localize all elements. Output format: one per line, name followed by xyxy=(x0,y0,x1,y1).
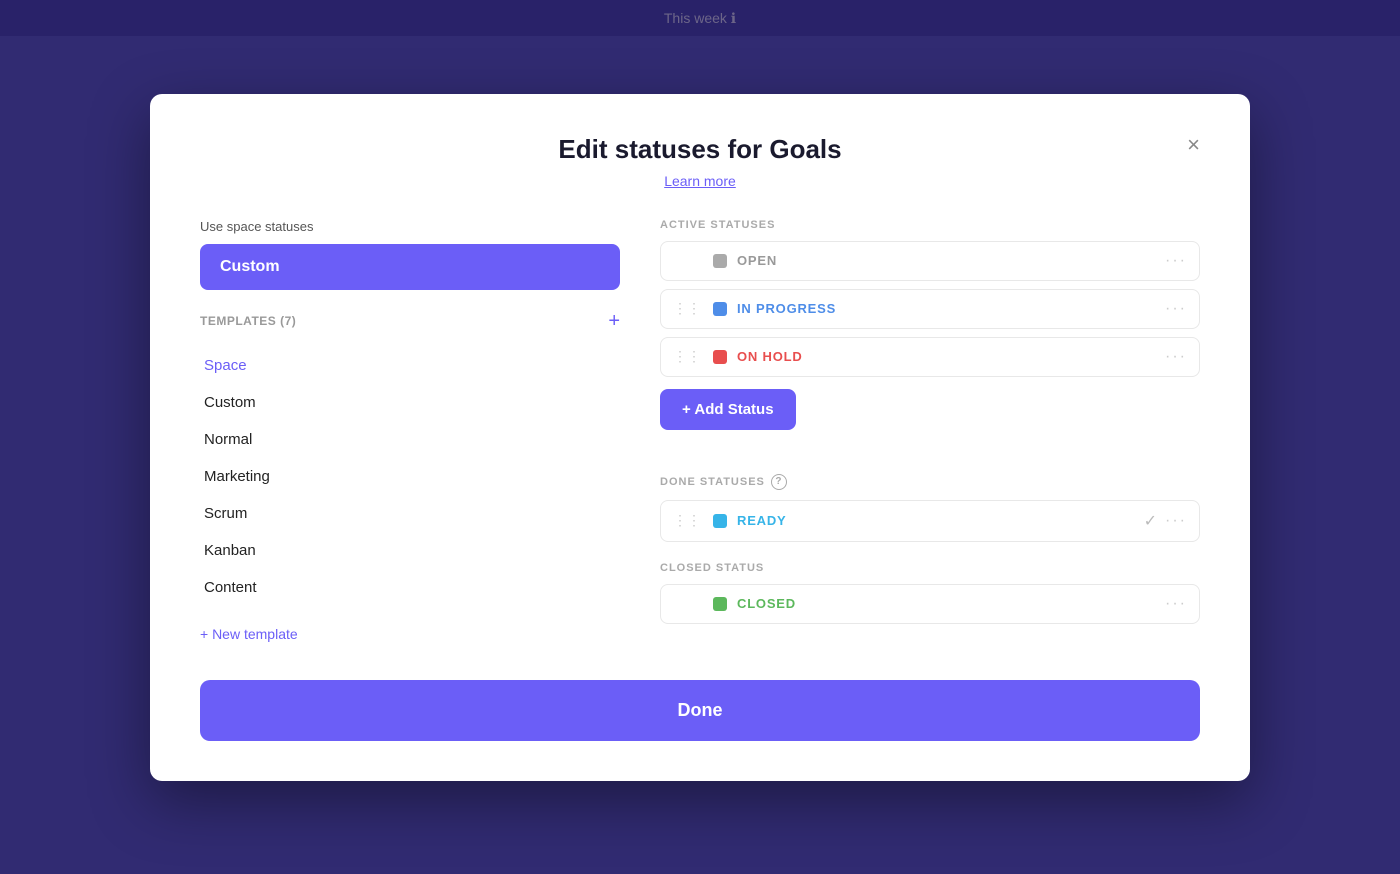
status-row-closed: ⋮⋮ CLOSED ··· xyxy=(660,584,1200,624)
left-panel: Use space statuses Custom TEMPLATES (7) … xyxy=(200,219,620,644)
modal-dialog: Edit statuses for Goals Learn more × Use… xyxy=(150,94,1250,781)
template-item-kanban[interactable]: Kanban xyxy=(200,532,620,569)
drag-handle-in-progress[interactable]: ⋮⋮ xyxy=(673,300,701,317)
close-button[interactable]: × xyxy=(1187,134,1200,156)
status-dot-in-progress xyxy=(713,302,727,316)
status-row-open: ⋮⋮ OPEN ··· xyxy=(660,241,1200,281)
template-item-custom[interactable]: Custom xyxy=(200,384,620,421)
closed-status-label: CLOSED STATUS xyxy=(660,562,1200,574)
templates-add-icon[interactable]: + xyxy=(608,310,620,333)
ready-more-button[interactable]: ··· xyxy=(1165,512,1187,530)
new-template-link[interactable]: + New template xyxy=(200,626,298,642)
template-item-scrum[interactable]: Scrum xyxy=(200,495,620,532)
templates-label: TEMPLATES (7) xyxy=(200,314,296,328)
status-name-open: OPEN xyxy=(737,253,1155,268)
status-actions-on-hold: ··· xyxy=(1165,348,1187,366)
learn-more-link[interactable]: Learn more xyxy=(200,173,1200,189)
status-row-in-progress: ⋮⋮ IN PROGRESS ··· xyxy=(660,289,1200,329)
on-hold-more-button[interactable]: ··· xyxy=(1165,348,1187,366)
status-dot-closed xyxy=(713,597,727,611)
template-item-content[interactable]: Content xyxy=(200,569,620,606)
templates-row: TEMPLATES (7) + xyxy=(200,304,620,339)
template-item-marketing[interactable]: Marketing xyxy=(200,458,620,495)
status-name-closed: CLOSED xyxy=(737,596,1155,611)
status-name-ready: READY xyxy=(737,513,1134,528)
status-dot-ready xyxy=(713,514,727,528)
add-status-button[interactable]: + Add Status xyxy=(660,389,796,430)
modal-body: Use space statuses Custom TEMPLATES (7) … xyxy=(200,219,1200,644)
status-name-on-hold: ON HOLD xyxy=(737,349,1155,364)
template-item-space[interactable]: Space xyxy=(200,347,620,384)
open-more-button[interactable]: ··· xyxy=(1165,252,1187,270)
modal-title: Edit statuses for Goals xyxy=(200,134,1200,165)
custom-active-button[interactable]: Custom xyxy=(200,244,620,290)
closed-more-button[interactable]: ··· xyxy=(1165,595,1187,613)
status-dot-on-hold xyxy=(713,350,727,364)
status-row-ready: ⋮⋮ READY ✓ ··· xyxy=(660,500,1200,542)
use-space-label: Use space statuses xyxy=(200,219,620,234)
status-actions-closed: ··· xyxy=(1165,595,1187,613)
status-dot-open xyxy=(713,254,727,268)
active-statuses-label: ACTIVE STATUSES xyxy=(660,219,1200,231)
done-help-icon[interactable]: ? xyxy=(771,474,787,490)
done-statuses-label: DONE STATUSES ? xyxy=(660,474,1200,490)
status-actions-open: ··· xyxy=(1165,252,1187,270)
template-item-normal[interactable]: Normal xyxy=(200,421,620,458)
template-list: Space Custom Normal Marketing Scrum Kanb… xyxy=(200,347,620,606)
in-progress-more-button[interactable]: ··· xyxy=(1165,300,1187,318)
ready-check-icon: ✓ xyxy=(1144,511,1157,531)
right-panel: ACTIVE STATUSES ⋮⋮ OPEN ··· ⋮⋮ IN PROGRE… xyxy=(660,219,1200,644)
drag-handle-ready[interactable]: ⋮⋮ xyxy=(673,512,701,529)
drag-handle-on-hold[interactable]: ⋮⋮ xyxy=(673,348,701,365)
status-name-in-progress: IN PROGRESS xyxy=(737,301,1155,316)
status-row-on-hold: ⋮⋮ ON HOLD ··· xyxy=(660,337,1200,377)
status-actions-ready: ✓ ··· xyxy=(1144,511,1187,531)
status-actions-in-progress: ··· xyxy=(1165,300,1187,318)
modal-header: Edit statuses for Goals Learn more × xyxy=(200,134,1200,189)
done-button[interactable]: Done xyxy=(200,680,1200,741)
